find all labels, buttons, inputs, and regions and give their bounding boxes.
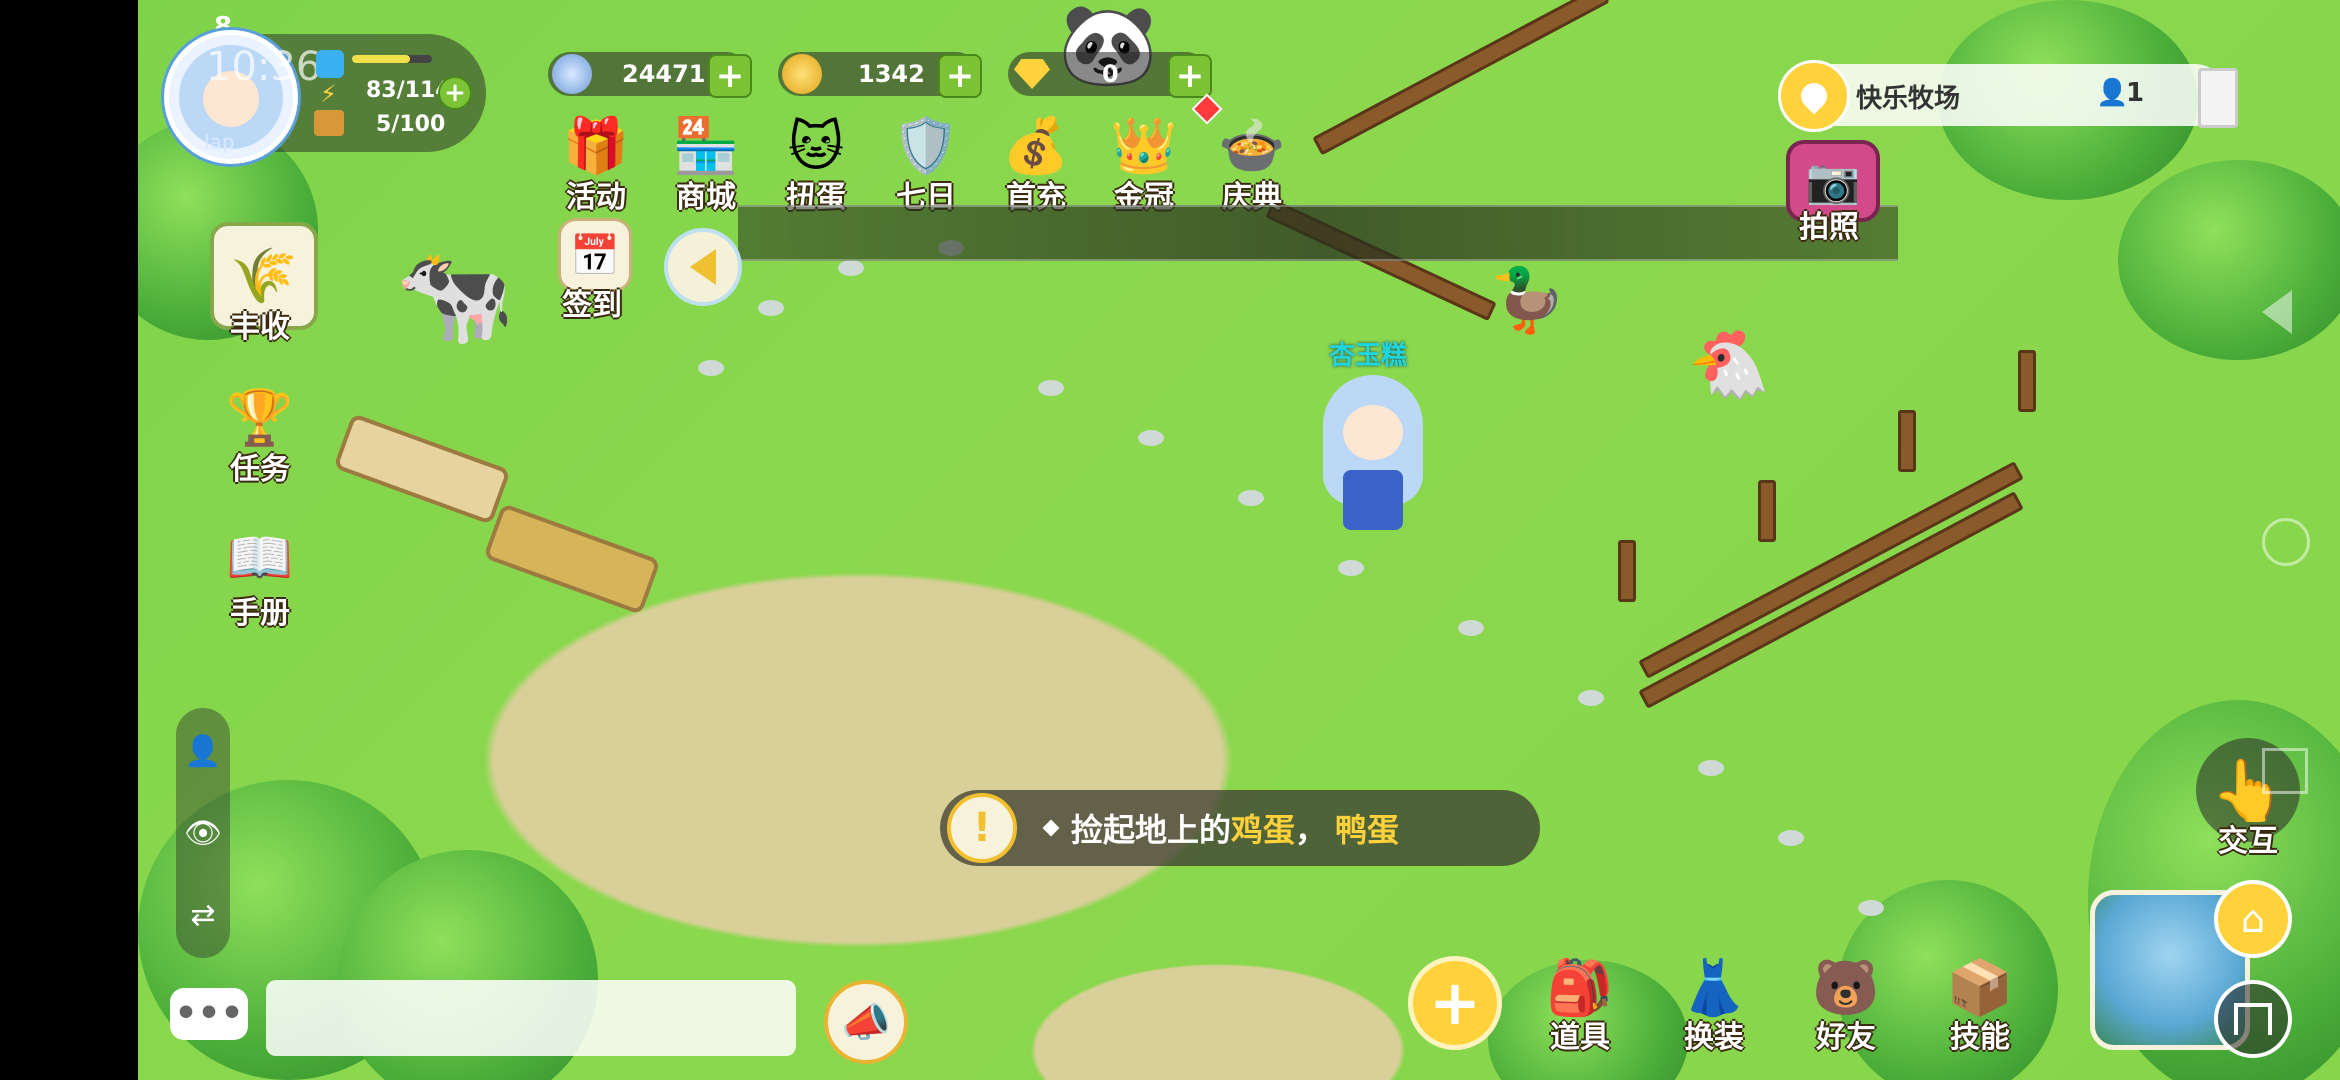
checkin-label: 签到	[562, 288, 622, 323]
duck[interactable]: 🦆	[1488, 260, 1568, 340]
feed-trough	[483, 503, 661, 615]
wooden-fence	[1638, 461, 2024, 679]
character-face	[1343, 405, 1403, 460]
chat-bubble-icon	[316, 50, 344, 78]
chat-input[interactable]	[266, 980, 796, 1056]
path-stone	[1578, 690, 1604, 706]
wooden-fence	[1312, 0, 1610, 156]
android-recents-button[interactable]	[2262, 748, 2308, 794]
coins-plus-button[interactable]: +	[938, 54, 982, 98]
eye-view-icon[interactable]: 👁	[176, 806, 230, 860]
gems-blue-value: 24471	[622, 60, 706, 88]
path-stone	[1238, 490, 1264, 506]
diamonds-plus-button[interactable]: +	[1168, 54, 1212, 98]
path-stone	[1458, 620, 1484, 636]
skills-label: 技能	[1950, 1020, 2010, 1055]
items-label: 道具	[1550, 1020, 1610, 1055]
menu-activity-label: 活动	[566, 180, 626, 215]
location-pin-icon	[1778, 60, 1850, 132]
clock-time: 10:36	[206, 44, 322, 90]
chat-more-button[interactable]: •••	[170, 988, 248, 1040]
avatar-label: lap	[204, 130, 235, 154]
location-name: 快乐牧场	[1856, 84, 1961, 114]
stamina-bar-fill	[352, 55, 411, 63]
chevron-left-icon	[690, 249, 716, 285]
gate-icon	[2234, 1003, 2272, 1035]
chicken[interactable]: 🐔	[1688, 325, 1770, 405]
gems-blue-plus-button[interactable]: +	[708, 54, 752, 98]
house-icon: ⌂	[2240, 897, 2266, 941]
fence-post	[1758, 480, 1776, 542]
path-stone	[698, 360, 724, 376]
coin-icon	[782, 54, 822, 94]
path-stone	[1038, 380, 1064, 396]
wooden-fence	[1638, 491, 2024, 709]
megaphone-button[interactable]: 📣	[824, 980, 908, 1064]
friend-person-icon[interactable]: 👤	[176, 724, 230, 778]
menu-banner-strip	[738, 205, 1898, 261]
exit-door-icon[interactable]	[2198, 68, 2238, 128]
interact-label: 交互	[2218, 824, 2278, 859]
add-plus-button[interactable]: +	[1408, 956, 1502, 1050]
game-scene[interactable]: 🐄 🐔 🦆 🐼 杏玉糕 8 lap 10:36 ⚡ 83/114 + 5/100…	[138, 0, 2340, 1080]
coins-value: 1342	[858, 60, 925, 88]
stamina-plus-button[interactable]: +	[438, 76, 472, 110]
character-dress	[1343, 470, 1403, 530]
home-button[interactable]: ⌂	[2214, 880, 2292, 958]
storage-text: 5/100	[376, 112, 446, 137]
quest-prompt[interactable]: ! 捡起地上的 鸡蛋 ， 鸭蛋	[940, 790, 1540, 866]
path-stone	[1858, 900, 1884, 916]
path-stone	[1698, 760, 1724, 776]
quest-text-prefix: 捡起地上的	[1071, 811, 1232, 849]
path-stone	[1338, 560, 1364, 576]
storage-box-icon	[314, 110, 344, 136]
quest-text-sep: ，	[1295, 811, 1328, 849]
rotate-camera-icon[interactable]: ⇄	[176, 888, 230, 942]
player-count: 1	[2126, 78, 2145, 108]
handbook-label: 手册	[230, 596, 290, 631]
fence-post	[2018, 350, 2036, 412]
gate-button[interactable]	[2214, 980, 2292, 1058]
exclamation-icon: !	[947, 793, 1017, 863]
player-character[interactable]	[1318, 375, 1428, 555]
plus-icon: +	[1429, 966, 1481, 1039]
cow[interactable]: 🐄	[390, 235, 520, 355]
fence-post	[1898, 410, 1916, 472]
dressup-label: 换装	[1684, 1020, 1744, 1055]
diamond-bullet-icon	[1042, 819, 1060, 837]
android-back-button[interactable]	[2262, 290, 2292, 334]
gems-blue-icon	[552, 54, 592, 94]
task-label: 任务	[230, 452, 290, 487]
path-stone	[758, 300, 784, 316]
player-name-tag: 杏玉糕	[1328, 341, 1407, 371]
path-stone	[838, 260, 864, 276]
friends-label: 好友	[1816, 1020, 1876, 1055]
tree-bush	[2118, 160, 2340, 360]
player-count-icon: 👤	[2096, 78, 2129, 108]
diamonds-value: 0	[1102, 60, 1119, 88]
stamina-bar	[352, 55, 432, 63]
megaphone-icon: 📣	[841, 999, 891, 1046]
quest-text-egg: 鸡蛋	[1231, 811, 1296, 849]
path-stone	[1138, 430, 1164, 446]
quest-text-duck-egg: 鸭蛋	[1335, 811, 1400, 849]
ellipsis-icon: •••	[174, 993, 244, 1034]
menu-collapse-button[interactable]	[664, 228, 742, 306]
android-home-button[interactable]	[2262, 518, 2310, 566]
lightning-icon: ⚡	[320, 80, 337, 108]
water-trough	[333, 413, 511, 525]
fence-post	[1618, 540, 1636, 602]
diamond-icon	[1014, 59, 1050, 89]
photo-label: 拍照	[1799, 210, 1859, 245]
harvest-label: 丰收	[230, 310, 290, 345]
path-stone	[1778, 830, 1804, 846]
